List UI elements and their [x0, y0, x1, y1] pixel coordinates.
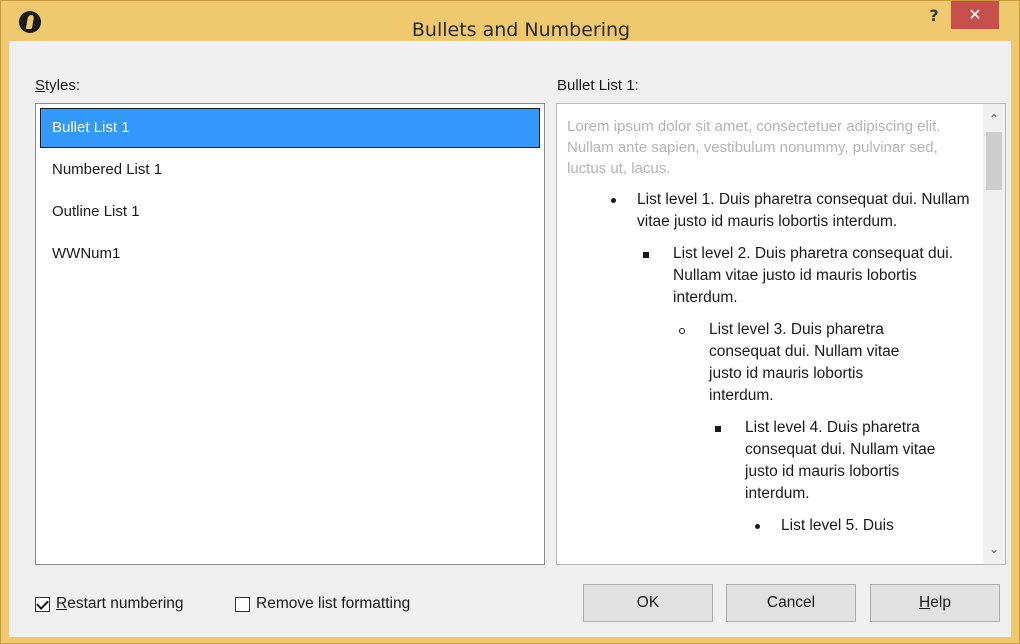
help-button[interactable]: Help: [870, 584, 1000, 622]
preview-scrollbar[interactable]: ⌃ ⌄: [983, 104, 1005, 564]
preview-list-level-5: List level 5. Duis: [755, 517, 894, 534]
style-item-wwnum1[interactable]: WWNum1: [40, 234, 540, 274]
ok-button[interactable]: OK: [583, 584, 713, 622]
scroll-thumb[interactable]: [986, 132, 1002, 190]
help-icon[interactable]: ?: [919, 3, 949, 29]
dialog-title: Bullets and Numbering: [411, 19, 631, 41]
styles-list[interactable]: Bullet List 1 Numbered List 1 Outline Li…: [35, 103, 545, 565]
title-bar[interactable]: Bullets and Numbering ? ✕: [1, 1, 1019, 41]
style-item-outline-list-1[interactable]: Outline List 1: [40, 192, 540, 232]
scroll-up-arrow-icon[interactable]: ⌃: [983, 108, 1005, 130]
preview-label: Bullet List 1:: [557, 77, 639, 94]
restart-numbering-label: Restart numbering: [56, 595, 184, 612]
restart-numbering-checkbox[interactable]: [35, 596, 50, 612]
preview-content: Lorem ipsum dolor sit amet, consectetuer…: [567, 116, 977, 547]
remove-list-formatting-option[interactable]: Remove list formatting: [235, 593, 410, 615]
cancel-button[interactable]: Cancel: [726, 584, 856, 622]
dialog-body: Styles: Bullet List 1: Bullet List 1 Num…: [9, 41, 1011, 637]
style-item-bullet-list-1[interactable]: Bullet List 1: [40, 108, 540, 148]
dialog-window: Bullets and Numbering ? ✕ Styles: Bullet…: [0, 0, 1020, 644]
preview-lorem-text: Lorem ipsum dolor sit amet, consectetuer…: [567, 118, 941, 177]
preview-list-level-1: List level 1. Duis pharetra consequat du…: [611, 191, 970, 230]
close-button[interactable]: ✕: [951, 1, 999, 29]
styles-label: Styles:: [35, 77, 81, 94]
preview-list-level-2: List level 2. Duis pharetra consequat du…: [643, 245, 954, 306]
restart-numbering-option[interactable]: Restart numbering: [35, 593, 184, 615]
preview-list-level-3: List level 3. Duis pharetra consequat du…: [679, 321, 900, 404]
scroll-down-arrow-icon[interactable]: ⌄: [983, 538, 1005, 560]
style-item-numbered-list-1[interactable]: Numbered List 1: [40, 150, 540, 190]
remove-list-formatting-label: Remove list formatting: [256, 595, 411, 612]
remove-list-formatting-checkbox[interactable]: [235, 596, 250, 612]
preview-list-level-4: List level 4. Duis pharetra consequat du…: [715, 419, 936, 502]
bullet-preview-pane: Lorem ipsum dolor sit amet, consectetuer…: [556, 103, 1006, 565]
